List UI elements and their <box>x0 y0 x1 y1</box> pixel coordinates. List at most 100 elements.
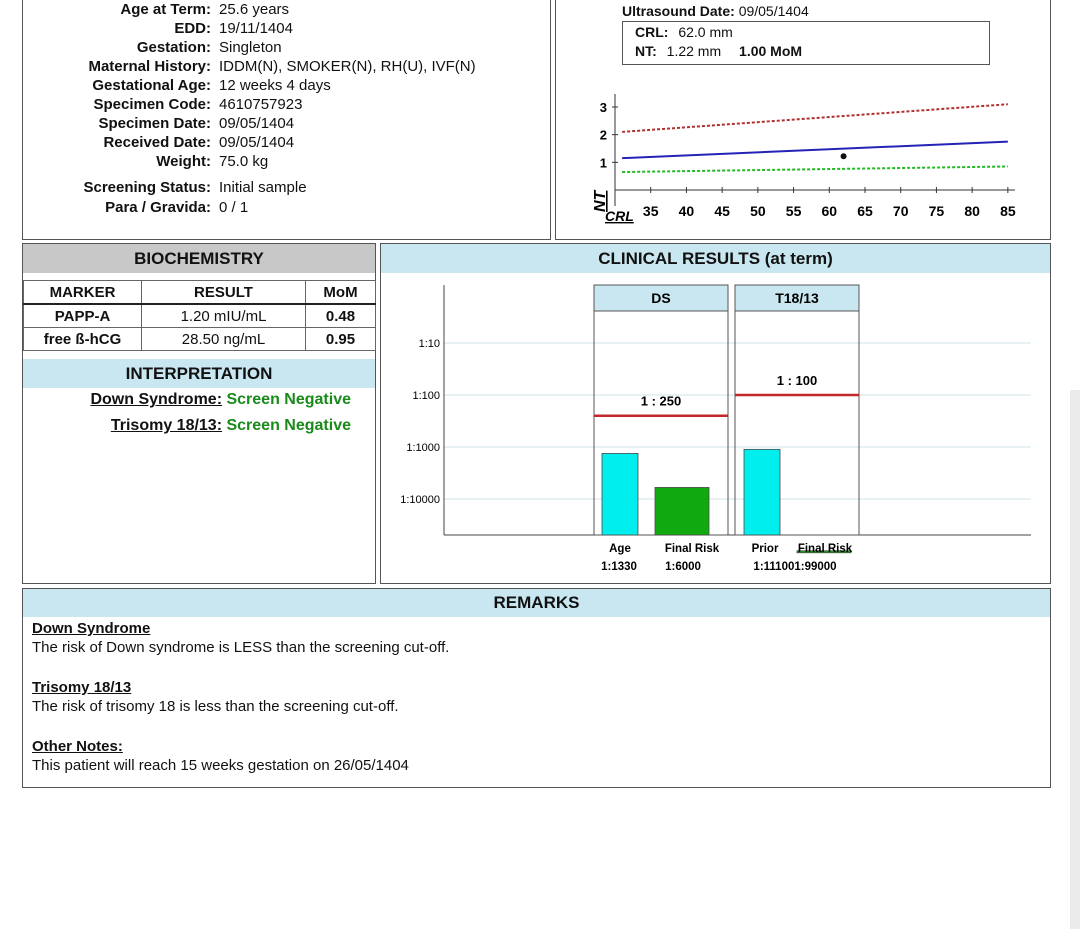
risk-bar <box>743 448 781 536</box>
patient-info-row: Screening Status: Initial sample <box>23 179 550 198</box>
patient-info-row: Specimen Date: 09/05/1404 <box>23 115 550 134</box>
x-tick-label: 60 <box>821 203 837 219</box>
clinical-results-title: CLINICAL RESULTS (at term) <box>381 244 1050 273</box>
nt-chart: 12335 40 45 50 55 60 65 70 75 80 85NTCRL <box>592 94 1016 224</box>
x-tick-label: 85 <box>1000 203 1016 219</box>
y-tick-label: 3 <box>600 100 607 115</box>
bar-value-label: 1:6000 <box>665 561 701 573</box>
scrollbar[interactable] <box>1070 390 1080 929</box>
patient-info-label: Specimen Code: <box>93 96 211 113</box>
x-tick-label: 75 <box>929 203 945 219</box>
x-axis-label: CRL <box>605 208 634 224</box>
patient-info-label: Para / Gravida: <box>105 199 211 216</box>
patient-info-label: Age at Term: <box>120 1 211 18</box>
interpretation-ds-label: Down Syndrome: <box>90 391 223 408</box>
patient-info-row: Para / Gravida: 0 / 1 <box>23 199 550 218</box>
x-tick-label: 50 <box>750 203 766 219</box>
bar-value-label: 1:111001:99000 <box>753 561 836 573</box>
x-tick-label: 45 <box>714 203 730 219</box>
x-tick-label: 55 <box>786 203 802 219</box>
risk-panel-title: T18/13 <box>775 290 819 306</box>
y-tick-label: 1:1000 <box>406 442 440 454</box>
table-row: PAPP-A 1.20 mIU/mL 0.48 <box>23 303 376 328</box>
table-row: free ß-hCG 28.50 ng/mL 0.95 <box>23 327 376 351</box>
patient-info-row: Age at Term: 25.6 years <box>23 1 550 20</box>
remark-text-trisomy: The risk of trisomy 18 is less than the … <box>32 698 399 715</box>
y-tick-label: 1:10000 <box>400 494 440 506</box>
nt-patient-point <box>840 153 847 160</box>
column-header-result: RESULT <box>141 280 306 305</box>
patient-info-row: Specimen Code: 4610757923 <box>23 96 550 115</box>
x-tick-label: 65 <box>857 203 873 219</box>
bar-category-label: Final Risk <box>798 543 853 555</box>
y-tick-label: 1:10 <box>419 338 440 350</box>
risk-bar <box>601 453 639 536</box>
patient-info-value: 19/11/1404 <box>219 20 293 37</box>
remarks-title: REMARKS <box>23 589 1050 617</box>
mom-cell: 0.95 <box>305 327 376 351</box>
biochemistry-header-row: MARKER RESULT MoM <box>23 280 376 305</box>
x-tick-label: 40 <box>679 203 695 219</box>
remark-text-down-syndrome: The risk of Down syndrome is LESS than t… <box>32 639 450 656</box>
patient-info-value: 25.6 years <box>219 1 290 18</box>
nt-series-line <box>622 165 1008 174</box>
patient-info-label: Gestational Age: <box>92 77 211 94</box>
interpretation-t18-label: Trisomy 18/13: <box>110 417 223 434</box>
remarks-body: Down Syndrome The risk of Down syndrome … <box>32 619 449 775</box>
bar-category-label: Age <box>609 543 631 555</box>
risk-chart: 1:10 1:100 1:1000 1:10000 DS 1 : 250 T18/13 1 :… <box>400 284 1031 573</box>
biochemistry-panel: BIOCHEMISTRY MARKER RESULT MoM PAPP-A 1.… <box>22 243 376 584</box>
patient-info-value: 12 weeks 4 days <box>219 77 331 94</box>
patient-info-label: Weight: <box>156 153 211 170</box>
result-cell: 1.20 mIU/mL <box>141 303 306 328</box>
x-tick-label: 80 <box>964 203 980 219</box>
result-cell: 28.50 ng/mL <box>141 327 306 351</box>
patient-info-label: Gestation: <box>136 39 211 56</box>
patient-info-label: Screening Status: <box>83 179 211 196</box>
cutoff-label: 1 : 100 <box>777 373 817 388</box>
patient-info-label: Received Date: <box>103 134 211 151</box>
nt-series-line <box>622 140 1008 160</box>
remark-text-other-notes: This patient will reach 15 weeks gestati… <box>32 757 409 774</box>
biochemistry-table: MARKER RESULT MoM PAPP-A 1.20 mIU/mL 0.4… <box>23 280 376 351</box>
patient-info-value: IDDM(N), SMOKER(N), RH(U), IVF(N) <box>219 58 476 75</box>
cutoff-label: 1 : 250 <box>641 394 681 409</box>
risk-panel-title: DS <box>651 290 670 306</box>
interpretation-ds: Down Syndrome: Screen Negative <box>90 391 351 409</box>
patient-info-label: Maternal History: <box>88 58 211 75</box>
patient-info-value: Singleton <box>219 39 282 56</box>
bar-value-label: 1:1330 <box>601 561 637 573</box>
patient-info-row: EDD: 19/11/1404 <box>23 20 550 39</box>
patient-info-label: Specimen Date: <box>98 115 211 132</box>
bar-category-label: Prior <box>752 543 779 555</box>
patient-info-row: Gestational Age: 12 weeks 4 days <box>23 77 550 96</box>
patient-info-row: Gestation: Singleton <box>23 39 550 58</box>
x-tick-label: 35 <box>643 203 659 219</box>
interpretation-ds-result: Screen Negative <box>226 391 351 408</box>
interpretation-title: INTERPRETATION <box>23 359 375 388</box>
patient-info-value: 4610757923 <box>219 96 303 113</box>
mom-cell: 0.48 <box>305 303 376 328</box>
patient-info-row: Received Date: 09/05/1404 <box>23 134 550 153</box>
column-header-marker: MARKER <box>23 280 142 305</box>
remark-heading-trisomy: Trisomy 18/13 <box>32 679 132 696</box>
marker-cell: PAPP-A <box>23 303 142 328</box>
interpretation-t18-result: Screen Negative <box>226 417 351 434</box>
marker-cell: free ß-hCG <box>23 327 142 351</box>
risk-bar <box>654 487 710 536</box>
patient-info-row: Maternal History: IDDM(N), SMOKER(N), RH(… <box>23 58 550 77</box>
patient-info-value: 0 / 1 <box>219 199 249 216</box>
remark-heading-down-syndrome: Down Syndrome <box>32 620 151 637</box>
patient-info-row: Weight: 75.0 kg <box>23 153 550 172</box>
ultrasound-panel: Ultrasound Date: 09/05/1404 CRL: 62.0 mm… <box>555 0 1051 240</box>
patient-info-value: 09/05/1404 <box>219 134 295 151</box>
column-header-mom: MoM <box>305 280 376 305</box>
y-tick-label: 2 <box>600 128 607 143</box>
bar-category-label: Final Risk <box>665 543 720 555</box>
patient-info-value: Initial sample <box>219 179 307 196</box>
biochemistry-title: BIOCHEMISTRY <box>23 244 375 273</box>
patient-info-panel: Age at Term: 25.6 years EDD: 19/11/1404 Gest… <box>22 0 551 240</box>
interpretation-t18: Trisomy 18/13: Screen Negative <box>111 417 351 435</box>
x-tick-label: 70 <box>893 203 909 219</box>
y-tick-label: 1:100 <box>412 390 440 402</box>
